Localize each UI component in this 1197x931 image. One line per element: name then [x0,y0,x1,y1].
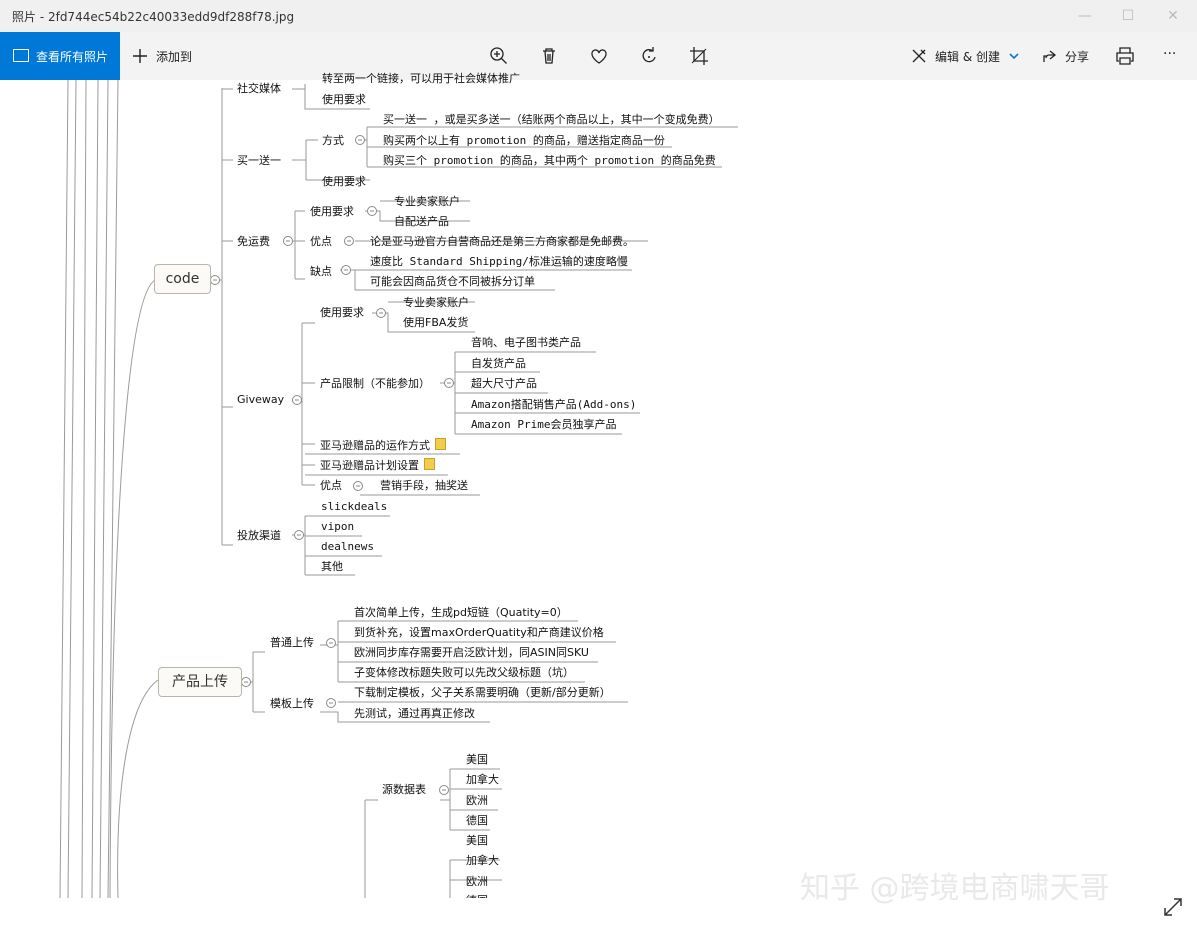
node-upload-template-1: 下载制定模板，父子关系需要明确（更新/部分更新） [354,686,611,699]
node-limit-2: 自发货产品 [471,357,526,370]
node-source-1: 美国 [466,753,488,766]
mindmap-connectors [59,80,738,899]
node-free-ship-req-1: 专业卖家账户 [394,195,460,208]
zoom-in-icon[interactable] [485,42,513,70]
node-giveway-setup: 亚马逊赠品计划设置 [320,458,435,472]
node-source-3: 欧洲 [466,794,488,807]
node-social-truncated: 转至两一个链接，可以用于社会媒体推广 [322,72,520,85]
node-bogo-req: 使用要求 [322,175,366,188]
delete-icon[interactable] [535,42,563,70]
node-source2-1: 美国 [466,834,488,847]
node-source-2: 加拿大 [466,773,499,786]
add-to-button[interactable]: 添加到 [128,32,198,80]
node-source-4: 德国 [466,814,488,827]
node-giveway-req-1: 专业卖家账户 [403,296,469,309]
node-upload-normal-1: 首次简单上传，生成pd短链（Quatity=0） [354,606,568,619]
photo-toolbar: 查看所有照片 添加到 编辑 & 创建 分享 ··· [0,32,1197,80]
node-free-ship-con-1: 速度比 Standard Shipping/标准运输的速度略慢 [370,255,628,268]
edit-tools-icon [912,49,926,63]
node-social-media: 社交媒体 [237,82,281,95]
node-giveway-how: 亚马逊赠品的运作方式 [320,438,446,452]
node-bogo-item-2: 购买两个以上有 promotion 的商品，赠送指定商品一份 [383,134,665,147]
favorite-heart-icon[interactable] [585,42,613,70]
node-bogo: 买一送一 [237,154,281,167]
node-free-ship-req-2: 自配送产品 [394,215,449,228]
node-upload-normal: 普通上传 [270,636,314,649]
node-free-ship-con-2: 可能会因商品货仓不同被拆分订单 [370,275,535,288]
share-icon [1043,50,1057,62]
node-upload-template: 模板上传 [270,697,314,710]
note-icon[interactable] [424,458,435,470]
crop-icon[interactable] [685,42,713,70]
node-giveway-pro-text: 营销手段，抽奖送 [380,479,468,492]
plus-icon [133,49,147,63]
node-free-ship-req: 使用要求 [310,205,354,218]
print-icon[interactable] [1111,42,1139,70]
node-upload-normal-4: 子变体修改标题失败可以先改父级标题（坑） [354,666,574,679]
node-giveway: Giveway [237,393,285,406]
view-all-photos-button[interactable]: 查看所有照片 [0,32,120,80]
node-free-ship-pro-text: 论是亚马逊官方自营商品还是第三方商家都是免邮费。 [370,235,634,248]
node-giveway-req-2: 使用FBA发货 [403,316,469,329]
node-upload-normal-3: 欧洲同步库存需要开启泛欧计划，同ASIN同SKU [354,646,589,659]
node-bogo-item-1: 买一送一 ，或是买多送一（结账两个商品以上，其中一个变成免费） [383,113,720,126]
chevron-down-icon [1009,53,1019,60]
node-channel-3: dealnews [321,540,374,553]
node-free-ship-pro: 优点 [310,235,332,248]
node-limit-5: Amazon Prime会员独享产品 [471,418,617,431]
edit-create-label: 编辑 & 创建 [935,50,1000,64]
node-free-shipping: 免运费 [237,235,270,248]
node-product-upload: 产品上传 [158,667,242,697]
share-label: 分享 [1065,50,1090,64]
rotate-icon[interactable] [635,42,663,70]
watermark: 知乎 @跨境电商啸天哥 [800,871,1110,906]
node-giveway-limit: 产品限制（不能参加） [320,377,430,390]
node-giveway-req: 使用要求 [320,306,364,319]
node-bogo-item-3: 购买三个 promotion 的商品，其中两个 promotion 的商品免费 [383,154,716,167]
share-button[interactable]: 分享 [1037,32,1097,80]
maximize-button[interactable]: ☐ [1108,4,1148,28]
node-source2-2: 加拿大 [466,854,499,867]
node-source2-3: 欧洲 [466,875,488,888]
close-button[interactable]: ✕ [1153,4,1193,28]
node-channel-4: 其他 [321,560,343,573]
minimize-button[interactable]: — [1065,4,1105,28]
node-channels: 投放渠道 [237,529,281,542]
node-channel-2: vipon [321,520,355,533]
node-channel-1: slickdeals [321,500,388,513]
fullscreen-expand-icon[interactable] [1160,894,1186,920]
node-limit-3: 超大尺寸产品 [471,377,537,390]
node-free-ship-con: 缺点 [310,265,332,278]
node-source2-4: 德国 [466,894,488,898]
photo-canvas: 社交媒体 转至两一个链接，可以用于社会媒体推广 使用要求 买一送一 方式 买一送… [0,72,1197,931]
note-icon[interactable] [435,438,446,450]
node-upload-normal-2: 到货补充，设置maxOrderQuatity和产商建议价格 [354,626,604,639]
node-limit-1: 音响、电子图书类产品 [471,336,581,349]
node-giveway-pro: 优点 [320,479,342,492]
node-giveway-how-label: 亚马逊赠品的运作方式 [320,439,430,452]
node-bogo-method: 方式 [322,134,344,147]
edit-create-button[interactable]: 编辑 & 创建 [905,32,1025,80]
node-giveway-setup-label: 亚马逊赠品计划设置 [320,459,419,472]
view-all-label: 查看所有照片 [36,50,109,64]
node-limit-4: Amazon搭配销售产品(Add-ons) [471,398,637,411]
node-upload-template-2: 先测试，通过再真正修改 [354,707,475,720]
more-options-button[interactable]: ··· [1163,46,1176,62]
window-title: 照片 - 2fd744ec54b22c40033edd9df288f78.jpg [12,10,295,24]
node-social-req: 使用要求 [322,93,366,106]
node-source-data: 源数据表 [382,783,426,796]
add-to-label: 添加到 [156,50,193,64]
node-code: code [154,264,211,294]
title-bar: 照片 - 2fd744ec54b22c40033edd9df288f78.jpg… [0,0,1197,32]
photos-icon [13,49,29,62]
